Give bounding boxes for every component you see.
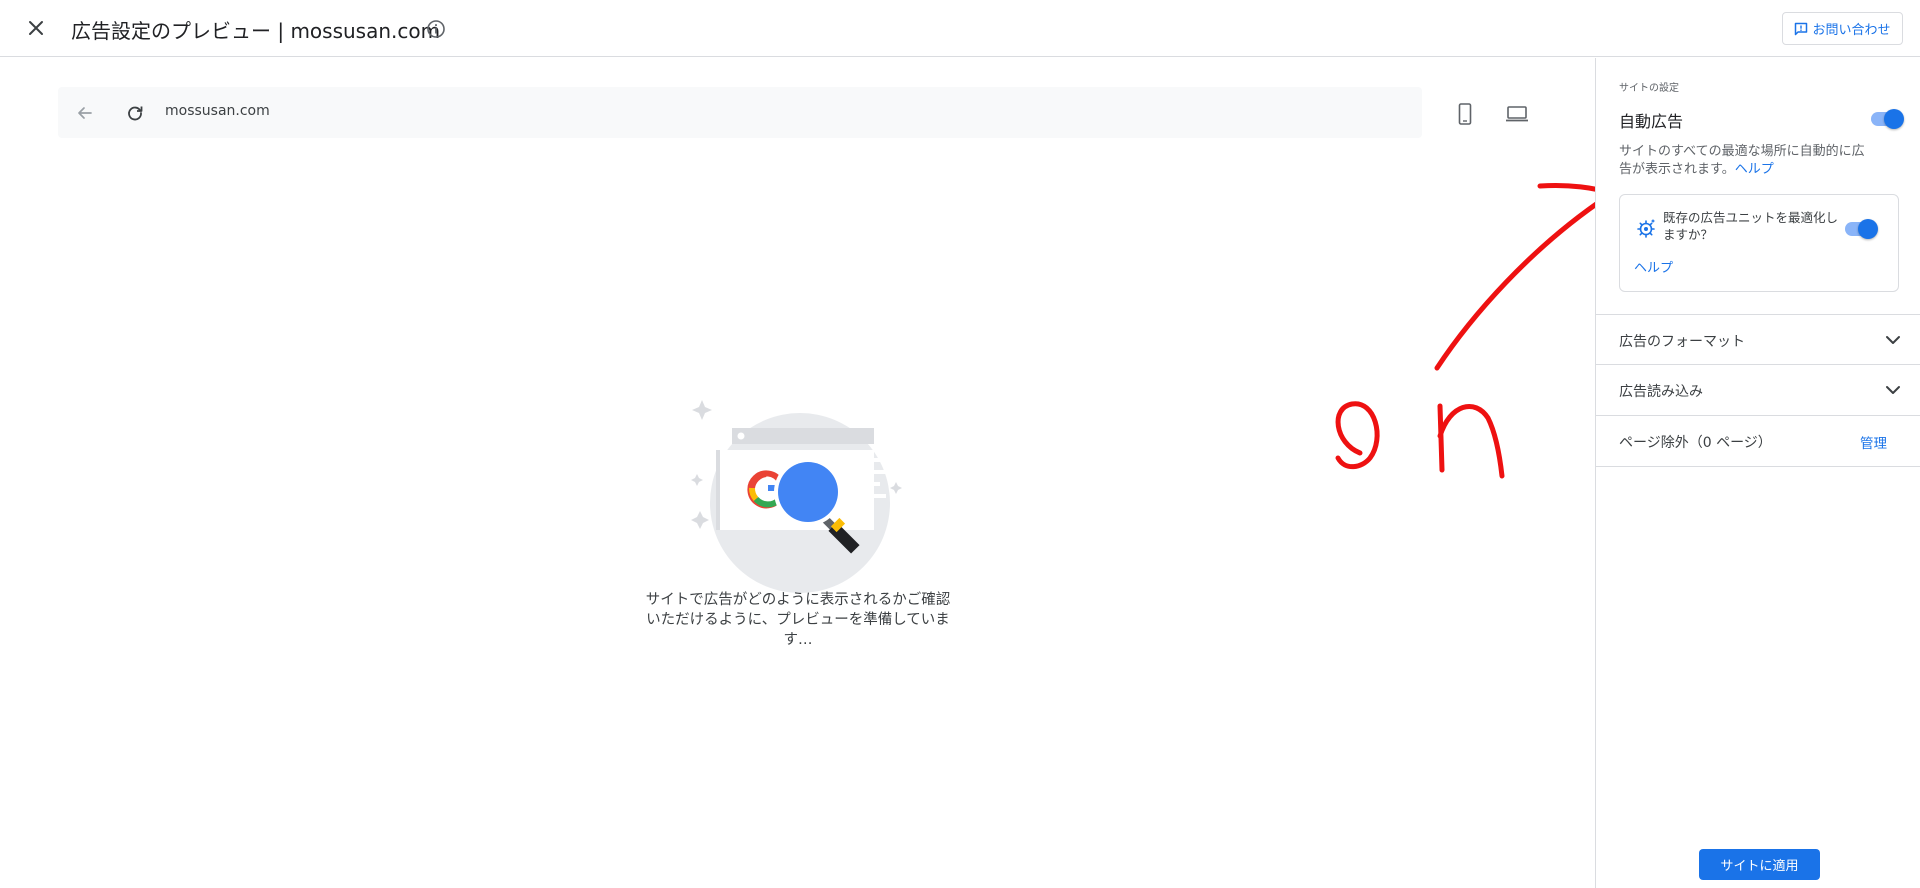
reload-button[interactable] xyxy=(122,100,148,126)
auto-ads-help-link[interactable]: ヘルプ xyxy=(1735,162,1774,177)
back-button[interactable] xyxy=(72,100,98,126)
ad-formats-row[interactable]: 広告のフォーマット xyxy=(1596,314,1920,365)
annotation-arrow-shaft xyxy=(1434,193,1611,371)
page-exclusion-label: ページ除外（0 ページ） xyxy=(1619,435,1772,451)
ad-loading-row[interactable]: 広告読み込み xyxy=(1596,365,1920,416)
site-settings-label: サイトの設定 xyxy=(1619,83,1679,94)
chevron-down-icon xyxy=(1886,336,1900,344)
auto-ads-description: サイトのすべての最適な場所に自動的に広告が表示されます。ヘルプ xyxy=(1619,143,1869,179)
preview-address-bar: mossusan.com xyxy=(58,87,1422,138)
preview-loading-message: サイトで広告がどのように表示されるかご確認いただけるように、プレビューを準備して… xyxy=(645,592,951,648)
mobile-view-button[interactable] xyxy=(1452,101,1478,127)
back-arrow-icon xyxy=(78,107,92,119)
optimize-ad-units-text: 既存の広告ユニットを最適化しますか？ xyxy=(1663,210,1839,242)
ad-formats-label: 広告のフォーマット xyxy=(1619,334,1745,350)
ad-loading-label: 広告読み込み xyxy=(1619,384,1703,400)
toggle-knob xyxy=(1884,109,1904,129)
auto-ads-title: 自動広告 xyxy=(1619,112,1684,131)
apply-to-site-button[interactable]: サイトに適用 xyxy=(1699,849,1820,880)
feedback-icon xyxy=(1795,22,1808,35)
contact-button[interactable]: お問い合わせ xyxy=(1782,12,1903,45)
toggle-knob xyxy=(1858,219,1878,239)
manage-exclusions-link[interactable]: 管理 xyxy=(1860,432,1887,452)
close-icon xyxy=(29,21,43,35)
info-icon[interactable] xyxy=(426,19,446,39)
chevron-down-icon xyxy=(1886,386,1900,394)
optimize-gear-icon xyxy=(1637,219,1656,238)
preview-url: mossusan.com xyxy=(165,103,270,119)
optimize-help-link[interactable]: ヘルプ xyxy=(1634,257,1673,276)
auto-ads-toggle[interactable] xyxy=(1871,109,1904,129)
desktop-view-button[interactable] xyxy=(1502,101,1532,127)
desktop-device-icon xyxy=(1506,106,1528,122)
top-bar: 広告設定のプレビュー | mossusan.com お問い合わせ xyxy=(0,0,1920,57)
handwritten-annotation xyxy=(1335,183,1613,479)
reload-icon xyxy=(128,106,143,121)
close-button[interactable] xyxy=(22,14,50,42)
optimize-ad-units-card: 既存の広告ユニットを最適化しますか？ ヘルプ xyxy=(1619,194,1899,292)
page-exclusion-row: ページ除外（0 ページ） 管理 xyxy=(1596,416,1920,467)
ad-settings-panel: サイトの設定 自動広告 サイトのすべての最適な場所に自動的に広告が表示されます。… xyxy=(1595,58,1920,888)
preview-area: mossusan.com サイトで広告がどのように表示されるかご確認いただけるよ… xyxy=(0,58,1613,888)
optimize-ad-units-toggle[interactable] xyxy=(1845,219,1878,239)
contact-label: お問い合わせ xyxy=(1812,23,1891,38)
annotation-letter-n xyxy=(1437,403,1505,479)
page-title: 広告設定のプレビュー | mossusan.com xyxy=(71,19,441,43)
annotation-letter-o xyxy=(1335,401,1380,470)
mobile-device-icon xyxy=(1458,103,1472,125)
